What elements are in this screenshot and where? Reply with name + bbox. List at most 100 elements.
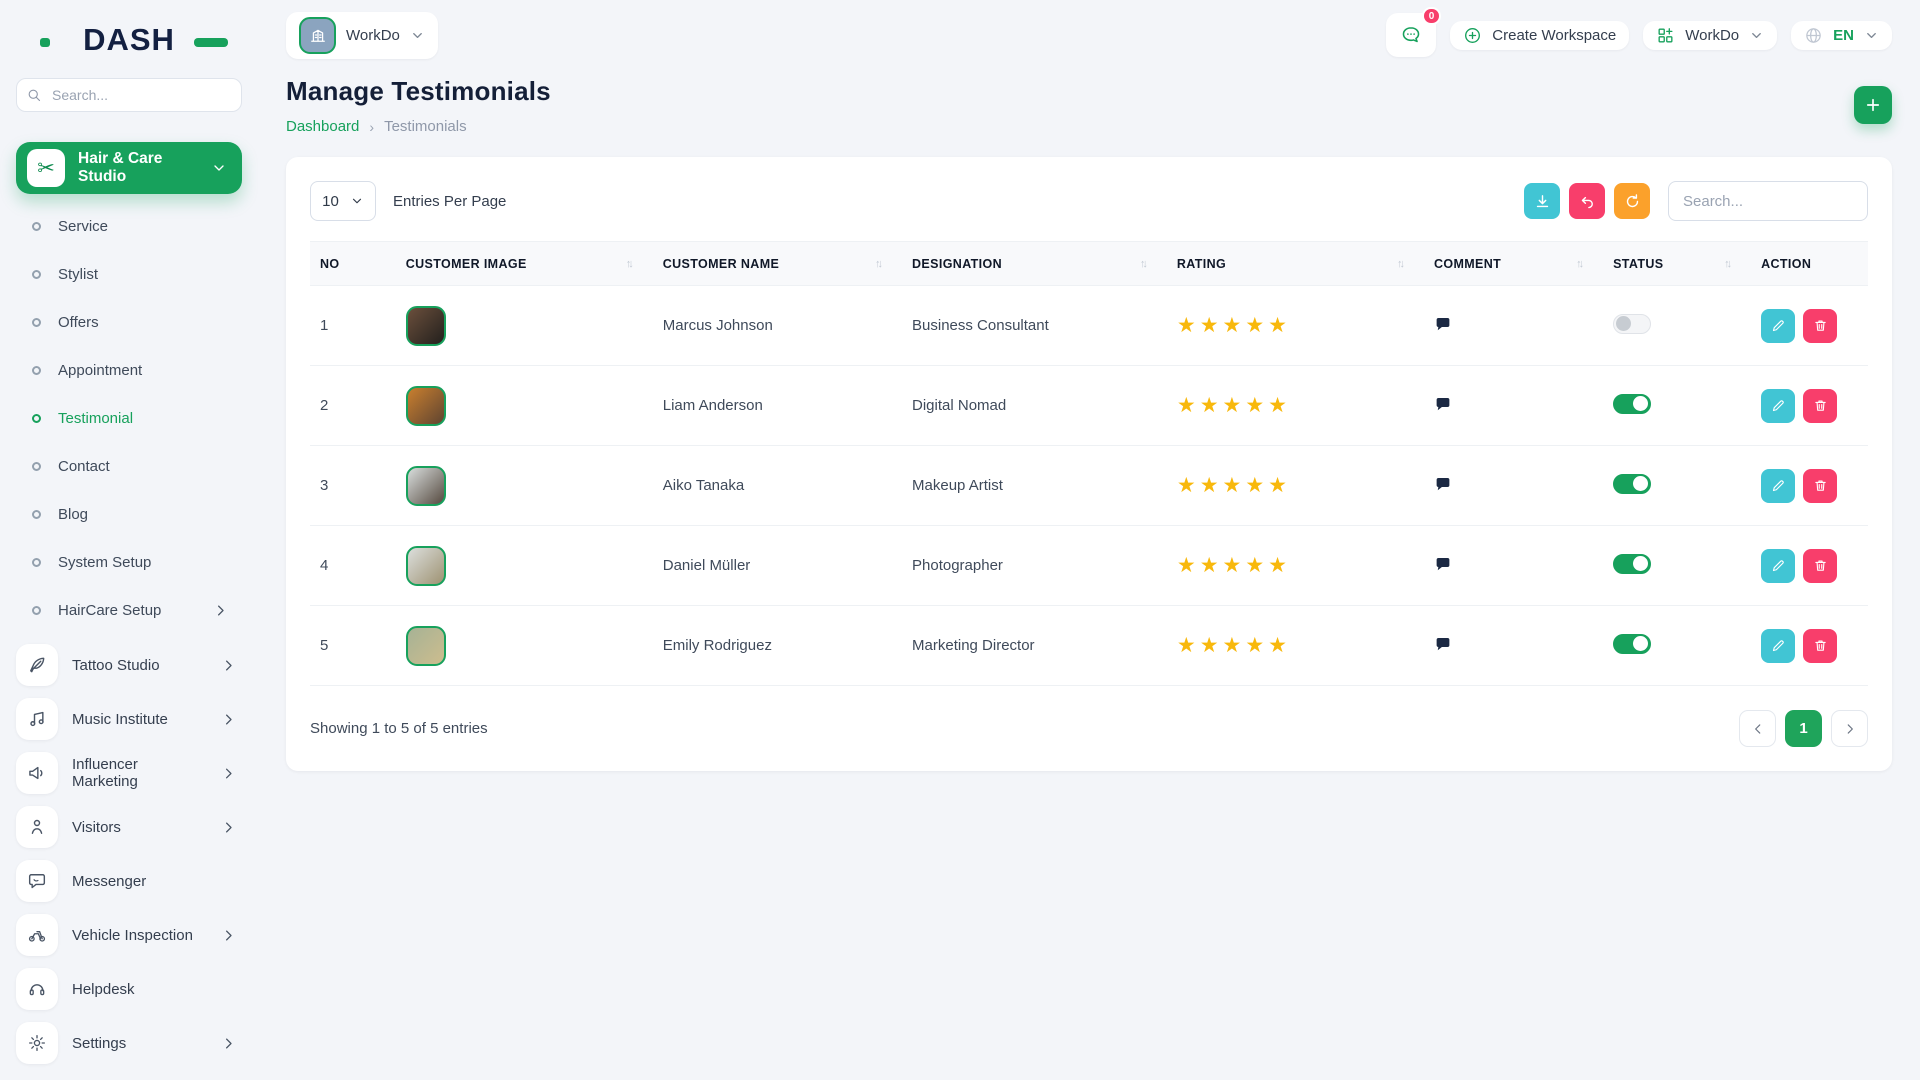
column-header-comment: COMMENT ↑↓ <box>1424 242 1603 286</box>
comment-icon[interactable] <box>1434 395 1452 413</box>
bullet-icon <box>32 222 41 231</box>
sidebar-item-service[interactable]: Service <box>16 202 242 250</box>
sort-icon[interactable]: ↑↓ <box>1397 258 1414 270</box>
plus-circle-icon <box>1463 26 1482 45</box>
pencil-icon <box>1771 558 1786 573</box>
plus-icon <box>1864 96 1882 114</box>
column-header-rating: RATING ↑↓ <box>1167 242 1424 286</box>
delete-button[interactable] <box>1803 629 1837 663</box>
music-icon <box>27 709 47 729</box>
page-head: Manage Testimonials Dashboard › Testimon… <box>286 76 1892 135</box>
sidebar-item-contact[interactable]: Contact <box>16 442 242 490</box>
comment-icon[interactable] <box>1434 475 1452 493</box>
edit-button[interactable] <box>1761 309 1795 343</box>
chevron-right-icon <box>213 603 228 618</box>
comment-icon[interactable] <box>1434 635 1452 653</box>
bullet-icon <box>32 606 41 615</box>
table-search-input[interactable] <box>1668 181 1868 221</box>
status-toggle[interactable] <box>1613 634 1651 654</box>
chevron-right-icon <box>221 928 236 943</box>
sidebar-item-stylist[interactable]: Stylist <box>16 250 242 298</box>
chevron-down-icon <box>410 28 425 43</box>
moto-icon <box>27 925 47 945</box>
column-header-designation: DESIGNATION ↑↓ <box>902 242 1167 286</box>
column-header-customer-image: CUSTOMER IMAGE ↑↓ <box>396 242 653 286</box>
sidebar-item-offers[interactable]: Offers <box>16 298 242 346</box>
pagination-prev-button[interactable] <box>1739 710 1776 747</box>
sidebar-item-blog[interactable]: Blog <box>16 490 242 538</box>
sidebar-item-testimonial[interactable]: Testimonial <box>16 394 242 442</box>
app-switcher-chip[interactable]: WorkDo <box>1643 21 1777 50</box>
table-toolbar: 10 Entries Per Page <box>310 181 1868 221</box>
sort-icon[interactable]: ↑↓ <box>1724 258 1741 270</box>
sidebar-search-input[interactable] <box>50 86 231 104</box>
status-toggle[interactable] <box>1613 554 1651 574</box>
chevron-right-icon <box>221 766 236 781</box>
sidebar-module-influencer-marketing[interactable]: Influencer Marketing <box>16 746 242 800</box>
breadcrumb-dashboard[interactable]: Dashboard <box>286 118 359 135</box>
workspace-switcher-chip[interactable]: WorkDo <box>286 12 438 59</box>
bullet-icon <box>32 270 41 279</box>
pagination-page-1[interactable]: 1 <box>1785 710 1822 747</box>
column-header-no: NO <box>310 242 396 286</box>
language-selector[interactable]: EN <box>1791 21 1892 50</box>
customer-avatar <box>406 306 446 346</box>
messages-button[interactable]: 0 <box>1386 13 1436 57</box>
sidebar-module-helpdesk[interactable]: Helpdesk <box>16 962 242 1016</box>
sidebar-item-appointment[interactable]: Appointment <box>16 346 242 394</box>
grid-icon <box>1656 26 1675 45</box>
delete-button[interactable] <box>1803 549 1837 583</box>
sort-icon[interactable]: ↑↓ <box>875 258 892 270</box>
chevron-down-icon <box>211 160 227 176</box>
sidebar-module-messenger[interactable]: Messenger <box>16 854 242 908</box>
logo-accent-dot <box>40 38 50 47</box>
edit-button[interactable] <box>1761 469 1795 503</box>
refresh-button[interactable] <box>1614 183 1650 219</box>
status-toggle[interactable] <box>1613 474 1651 494</box>
add-testimonial-button[interactable] <box>1854 86 1892 124</box>
sidebar-sub-items: Service Stylist Offers Appointment Testi… <box>16 202 242 634</box>
delete-button[interactable] <box>1803 309 1837 343</box>
sidebar-module-settings[interactable]: Settings <box>16 1016 242 1070</box>
gear-icon <box>27 1033 47 1053</box>
row-number: 2 <box>310 366 396 446</box>
bullet-icon <box>32 510 41 519</box>
row-number: 3 <box>310 446 396 526</box>
rating-stars: ★★★★★ <box>1177 394 1291 417</box>
sidebar-module-visitors[interactable]: Visitors <box>16 800 242 854</box>
sort-icon[interactable]: ↑↓ <box>626 258 643 270</box>
customer-name: Emily Rodriguez <box>653 606 902 686</box>
sidebar-module-vehicle-inspection[interactable]: Vehicle Inspection <box>16 908 242 962</box>
delete-button[interactable] <box>1803 469 1837 503</box>
undo-icon <box>1579 193 1596 210</box>
edit-button[interactable] <box>1761 389 1795 423</box>
sort-icon[interactable]: ↑↓ <box>1576 258 1593 270</box>
sidebar-item-haircare-setup[interactable]: HairCare Setup <box>16 586 242 634</box>
delete-button[interactable] <box>1803 389 1837 423</box>
entries-per-page-select[interactable]: 10 <box>310 181 376 221</box>
reset-button[interactable] <box>1569 183 1605 219</box>
sidebar-module-music-institute[interactable]: Music Institute <box>16 692 242 746</box>
column-header-action: ACTION <box>1751 242 1868 286</box>
pagination-next-button[interactable] <box>1831 710 1868 747</box>
create-workspace-button[interactable]: Create Workspace <box>1450 21 1629 50</box>
trash-icon <box>1813 398 1828 413</box>
sidebar-module-tattoo-studio[interactable]: Tattoo Studio <box>16 638 242 692</box>
table-row: 4 Daniel Müller Photographer ★★★★★ <box>310 526 1868 606</box>
comment-icon[interactable] <box>1434 315 1452 333</box>
comment-icon[interactable] <box>1434 555 1452 573</box>
globe-icon <box>1804 26 1823 45</box>
designation: Photographer <box>902 526 1167 606</box>
main-area: WorkDo 0 Create Workspace WorkDo <box>258 0 1920 1080</box>
customer-avatar <box>406 546 446 586</box>
customer-name: Marcus Johnson <box>653 286 902 366</box>
status-toggle[interactable] <box>1613 394 1651 414</box>
sidebar-search <box>16 78 242 112</box>
export-button[interactable] <box>1524 183 1560 219</box>
edit-button[interactable] <box>1761 549 1795 583</box>
sidebar-item-system-setup[interactable]: System Setup <box>16 538 242 586</box>
status-toggle[interactable] <box>1613 314 1651 334</box>
workspace-button[interactable]: ✂ Hair & Care Studio <box>16 142 242 194</box>
edit-button[interactable] <box>1761 629 1795 663</box>
sort-icon[interactable]: ↑↓ <box>1140 258 1157 270</box>
